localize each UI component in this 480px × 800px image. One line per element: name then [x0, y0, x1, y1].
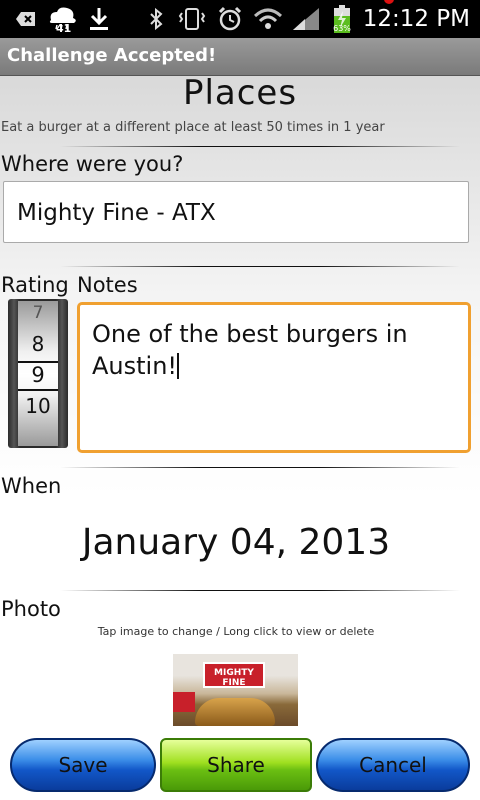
photo-decor: [173, 692, 195, 712]
alarm-icon: [216, 4, 244, 34]
rating-option[interactable]: 10: [18, 394, 58, 418]
text-cursor: [177, 353, 180, 379]
photo-burger: [195, 698, 275, 726]
weather-cloud-icon: 41: [44, 4, 80, 35]
vibrate-icon: [176, 4, 208, 34]
save-button[interactable]: Save: [10, 738, 156, 792]
rating-option[interactable]: 8: [18, 332, 58, 356]
battery-percent: 63%: [333, 24, 351, 33]
rating-picker[interactable]: 7 8 9 10: [8, 299, 68, 448]
rating-label: Rating: [1, 273, 69, 297]
download-icon: [86, 4, 112, 34]
keyboard-back-icon: [14, 4, 38, 34]
burger-photo[interactable]: MIGHTY FINE: [173, 654, 298, 726]
photo-sign: MIGHTY FINE: [203, 662, 265, 688]
cancel-button[interactable]: Cancel: [316, 738, 470, 792]
title-bar: Challenge Accepted!: [0, 38, 480, 76]
signal-icon: [290, 4, 322, 34]
rating-option[interactable]: 7: [18, 303, 58, 323]
photo-hint: Tap image to change / Long click to view…: [97, 625, 375, 638]
when-label: When: [1, 474, 62, 498]
where-label: Where were you?: [1, 152, 184, 176]
date-picker[interactable]: January 04, 2013: [0, 522, 472, 563]
challenge-description: Eat a burger at a different place at lea…: [1, 120, 385, 135]
divider: [60, 146, 460, 147]
photo-sign-text: MIGHTY FINE: [214, 668, 254, 688]
notes-input[interactable]: One of the best burgers in Austin!: [77, 302, 471, 453]
share-button[interactable]: Share: [160, 738, 312, 792]
app-title: Challenge Accepted!: [7, 45, 217, 66]
divider: [60, 467, 460, 468]
rating-selected-option[interactable]: 9: [18, 361, 58, 391]
notes-label: Notes: [77, 273, 138, 297]
weather-temp: 41: [56, 22, 72, 35]
status-bar: 41 63% 12:12 PM: [0, 0, 480, 38]
wifi-icon: [252, 4, 284, 34]
where-input[interactable]: Mighty Fine - ATX: [3, 181, 469, 243]
divider: [60, 590, 460, 591]
photo-label: Photo: [1, 597, 61, 621]
notes-text: One of the best burgers in Austin!: [92, 320, 408, 380]
status-time: 12:12 PM: [362, 6, 470, 32]
page-title: Places: [182, 73, 298, 113]
battery-icon: 63%: [330, 4, 354, 34]
divider: [60, 266, 460, 267]
bluetooth-icon: [146, 4, 166, 34]
